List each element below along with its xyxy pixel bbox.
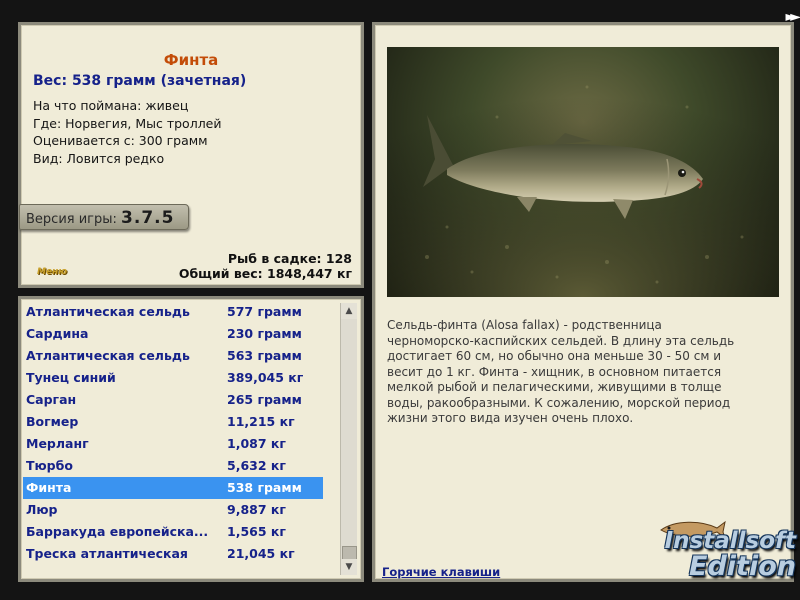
- list-item-name: Атлантическая сельдь: [26, 348, 190, 363]
- fish-details: На что поймана: живец Где: Норвегия, Мыс…: [33, 97, 222, 167]
- list-item-name: Барракуда европейска...: [26, 524, 209, 539]
- list-item-weight: 5,632 кг: [227, 458, 286, 473]
- rarity-line: Вид: Ловится редко: [33, 150, 165, 166]
- scroll-up-icon[interactable]: ▲: [341, 303, 357, 319]
- list-item-weight: 21,045 кг: [227, 546, 295, 561]
- list-item[interactable]: Люр 9,887 кг: [23, 499, 323, 521]
- list-item[interactable]: Атлантическая сельдь 563 грамм: [23, 345, 323, 367]
- list-item-weight: 1,087 кг: [227, 436, 286, 451]
- list-item[interactable]: Атлантическая сельдь 577 грамм: [23, 301, 323, 323]
- list-item-weight: 9,887 кг: [227, 502, 286, 517]
- version-badge: Версия игры: 3.7.5: [19, 204, 189, 230]
- installsoft-logo: Installsoft Edition: [640, 528, 796, 598]
- list-item[interactable]: Тунец синий 389,045 кг: [23, 367, 323, 389]
- bait-line: На что поймана: живец: [33, 98, 189, 113]
- list-item-weight: 577 грамм: [227, 304, 302, 319]
- list-item-name: Вогмер: [26, 414, 79, 429]
- hotkeys-link[interactable]: Горячие клавиши: [382, 565, 500, 579]
- list-item-name: Сарган: [26, 392, 77, 407]
- fish-photo: [387, 47, 779, 297]
- list-item-name: Атлантическая сельдь: [26, 304, 190, 319]
- list-item[interactable]: Сарган 265 грамм: [23, 389, 323, 411]
- catch-list: Атлантическая сельдь 577 грамм Сардина 230…: [23, 301, 323, 565]
- catch-stats: Рыб в садке: 128 Общий вес: 1848,447 кг: [179, 251, 352, 281]
- list-scrollbar[interactable]: ▲ ▼: [340, 303, 357, 575]
- list-item-weight: 265 грамм: [227, 392, 302, 407]
- list-item-weight: 563 грамм: [227, 348, 302, 363]
- list-item-name: Треска атлантическая: [26, 546, 188, 561]
- list-item-weight: 389,045 кг: [227, 370, 304, 385]
- list-item-name: Мерланг: [26, 436, 89, 451]
- list-item-name: Тюрбо: [26, 458, 73, 473]
- fish-weight: Вес: 538 грамм (зачетная): [33, 73, 247, 89]
- list-item[interactable]: Барракуда европейска... 1,565 кг: [23, 521, 323, 543]
- fish-illustration: [387, 47, 779, 297]
- catch-list-panel: Атлантическая сельдь 577 грамм Сардина 230…: [18, 296, 364, 582]
- version-value: 3.7.5: [121, 208, 175, 228]
- logo-line2: Edition: [689, 551, 796, 582]
- list-item-weight: 11,215 кг: [227, 414, 295, 429]
- list-item[interactable]: Сардина 230 грамм: [23, 323, 323, 345]
- list-item-weight: 230 грамм: [227, 326, 302, 341]
- fish-description: Сельдь-финта (Alosa fallax) - родственни…: [387, 318, 735, 425]
- fish-info-panel: Финта Вес: 538 грамм (зачетная) На что п…: [18, 22, 364, 288]
- location-line: Где: Норвегия, Мыс троллей: [33, 115, 222, 131]
- list-item[interactable]: Мерланг 1,087 кг: [23, 433, 323, 455]
- list-item-selected[interactable]: Финта 538 грамм: [23, 477, 323, 499]
- total-weight: Общий вес: 1848,447 кг: [178, 266, 352, 281]
- list-item-name: Сардина: [26, 326, 89, 341]
- min-weight-line: Оценивается с: 300 грамм: [33, 133, 208, 148]
- scroll-down-icon[interactable]: ▼: [341, 559, 357, 575]
- list-item-name: Тунец синий: [26, 370, 116, 385]
- list-item-name: Люр: [26, 502, 58, 517]
- list-item[interactable]: Треска атлантическая 21,045 кг: [23, 543, 323, 565]
- list-item-weight: 1,565 кг: [227, 524, 286, 539]
- fish-in-cage: Рыб в садке: 128: [227, 251, 352, 266]
- list-item[interactable]: Вогмер 11,215 кг: [23, 411, 323, 433]
- list-item-weight: 538 грамм: [227, 480, 302, 495]
- list-item[interactable]: Тюрбо 5,632 кг: [23, 455, 323, 477]
- menu-button[interactable]: Меню: [37, 267, 67, 277]
- version-label: Версия игры:: [26, 212, 117, 227]
- fish-description-panel: Сельдь-финта (Alosa fallax) - родственни…: [372, 22, 794, 582]
- fish-title: Финта: [163, 51, 219, 69]
- list-item-name: Финта: [26, 480, 72, 495]
